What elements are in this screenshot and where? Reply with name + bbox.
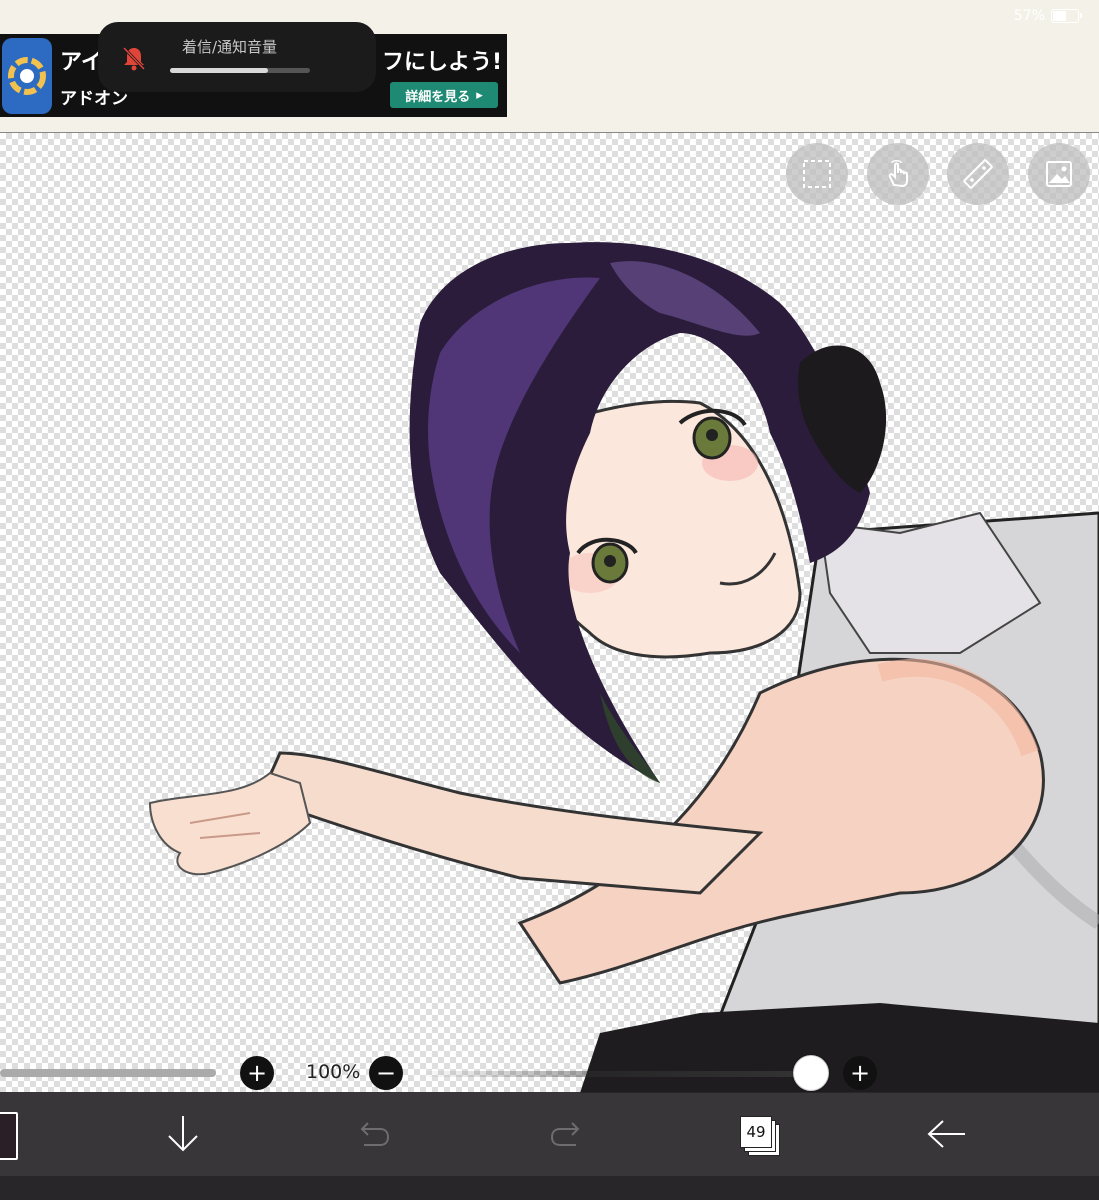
ad-title-right: フにしよう! [382,50,503,75]
gesture-hand-icon [888,160,908,188]
battery-icon [1051,9,1082,23]
download-arrow-icon [168,1116,198,1152]
artwork [148,242,1099,1093]
bottom-toolbar: 49 [0,1092,1099,1200]
image-icon [1046,161,1072,187]
zoom-level: 100% [306,1061,361,1083]
brush-size-slider[interactable] [0,1069,216,1077]
download-button[interactable] [160,1092,206,1176]
selection-tool-button[interactable] [786,143,848,205]
opacity-minus-button[interactable]: − [369,1056,403,1090]
redo-icon [550,1122,580,1146]
undo-icon [360,1122,390,1146]
image-tool-button[interactable] [1028,143,1090,205]
redo-button[interactable] [544,1092,588,1176]
layers-icon: 49 [738,1114,780,1156]
volume-hud: 着信/通知音量 [98,22,376,92]
volume-track [170,68,310,73]
volume-label: 着信/通知音量 [182,38,278,56]
battery-percent: 57% [1013,8,1045,24]
opacity-plus-button[interactable]: + [843,1056,877,1090]
ruler-tool-button[interactable] [947,143,1009,205]
toolbar-bottom-area [0,1176,1099,1200]
muted-bell-icon [122,46,146,71]
layer-count: 49 [746,1123,766,1141]
brush-size-plus-button[interactable]: + [240,1056,274,1090]
canvas-sliders: + 100% − + [0,1053,1099,1093]
opacity-slider-knob[interactable] [793,1055,829,1091]
back-button[interactable] [924,1092,970,1176]
ruler-icon [963,159,993,189]
top-banner-area: 57% アイ フにしよう! アドオン 詳細を見る ▸ 着信/通知音量 [0,0,1099,132]
undo-button[interactable] [352,1092,396,1176]
back-arrow-icon [927,1120,965,1148]
ad-cta-label: 詳細を見る [405,89,471,105]
color-swatch[interactable] [0,1112,18,1160]
battery-status: 57% [1013,8,1082,24]
gesture-tool-button[interactable] [867,143,929,205]
volume-fill [170,68,268,73]
selection-icon [803,160,831,188]
ad-title-left: アイ [60,50,103,75]
opacity-slider[interactable] [426,1071,812,1077]
ad-details-button[interactable]: 詳細を見る ▸ [390,82,498,108]
layers-button[interactable]: 49 [735,1092,781,1176]
drawing-canvas[interactable]: + 100% − + [0,132,1099,1093]
ibispaint-app-icon[interactable] [2,38,52,114]
play-triangle-icon: ▸ [476,87,483,103]
